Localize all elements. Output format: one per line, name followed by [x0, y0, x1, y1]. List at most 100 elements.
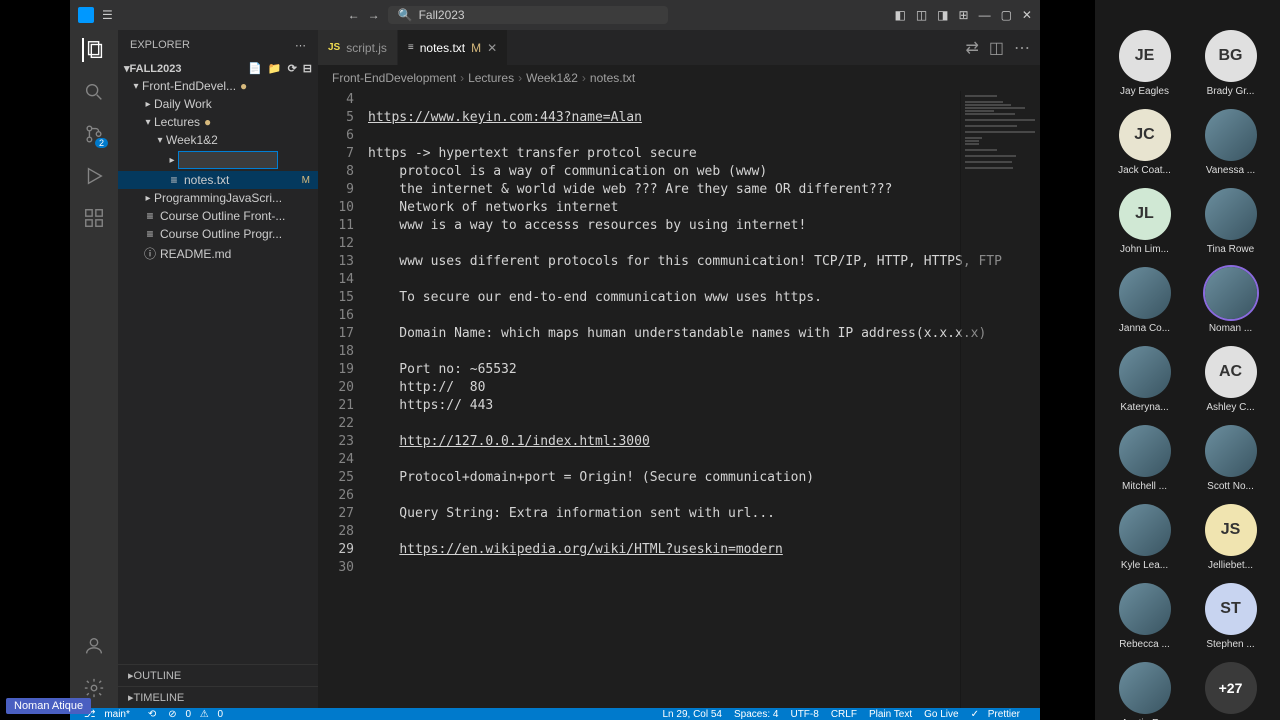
- maximize-icon[interactable]: ▢: [1001, 8, 1012, 22]
- indent-indicator[interactable]: Spaces: 4: [734, 709, 778, 720]
- avatar[interactable]: JE: [1119, 30, 1171, 82]
- more-icon[interactable]: ⋯: [295, 39, 306, 52]
- file-item[interactable]: ≡Course Outline Front-...: [118, 207, 318, 225]
- compare-icon[interactable]: ⇄: [965, 38, 978, 58]
- timeline-section[interactable]: ▸TIMELINE: [118, 686, 318, 708]
- nav-back-icon[interactable]: ←: [348, 8, 360, 22]
- eol-indicator[interactable]: CRLF: [831, 709, 857, 720]
- run-debug-icon[interactable]: [82, 164, 106, 188]
- sync-icon[interactable]: ⟲: [148, 709, 156, 720]
- participant[interactable]: Rebecca ...: [1109, 583, 1181, 650]
- prettier-indicator[interactable]: ✓ Prettier: [971, 709, 1026, 720]
- participant[interactable]: Vanessa ...: [1195, 109, 1267, 176]
- participant[interactable]: JCJack Coat...: [1109, 109, 1181, 176]
- participant[interactable]: Mitchell ...: [1109, 425, 1181, 492]
- folder-item[interactable]: ▸ProgrammingJavaScri...: [118, 189, 318, 207]
- avatar[interactable]: [1119, 583, 1171, 635]
- minimap[interactable]: [960, 91, 1040, 708]
- participant-name: Janna Co...: [1109, 323, 1181, 334]
- minimize-icon[interactable]: —: [979, 8, 991, 22]
- breadcrumb-item[interactable]: Week1&2: [526, 71, 578, 85]
- activity-bar: 2: [70, 30, 118, 708]
- avatar[interactable]: AC: [1205, 346, 1257, 398]
- editor-tab[interactable]: ≡notes.txtM✕: [398, 30, 508, 65]
- folder-item[interactable]: ▸Daily Work: [118, 95, 318, 113]
- participant[interactable]: BGBrady Gr...: [1195, 30, 1267, 97]
- participant[interactable]: ACAshley C...: [1195, 346, 1267, 413]
- avatar[interactable]: JL: [1119, 188, 1171, 240]
- folder-item[interactable]: ▾Front-EndDevel...●: [118, 77, 318, 95]
- new-file-input[interactable]: [178, 151, 278, 169]
- avatar[interactable]: [1205, 267, 1257, 319]
- nav-forward-icon[interactable]: →: [368, 8, 380, 22]
- folder-item[interactable]: ▾Lectures●: [118, 113, 318, 131]
- close-icon[interactable]: ✕: [1022, 8, 1032, 22]
- folder-item[interactable]: ▾Week1&2: [118, 131, 318, 149]
- menu-icon[interactable]: ☰: [102, 8, 113, 22]
- editor-tab[interactable]: JSscript.js: [318, 30, 398, 65]
- breadcrumbs[interactable]: Front-EndDevelopment›Lectures›Week1&2›no…: [318, 65, 1040, 91]
- participant[interactable]: Noman ...: [1195, 267, 1267, 334]
- participant[interactable]: JEJay Eagles: [1109, 30, 1181, 97]
- outline-section[interactable]: ▸OUTLINE: [118, 664, 318, 686]
- participant[interactable]: STStephen ...: [1195, 583, 1267, 650]
- account-icon[interactable]: [82, 634, 106, 658]
- file-item[interactable]: ≡notes.txtM: [118, 171, 318, 189]
- breadcrumb-item[interactable]: Lectures: [468, 71, 514, 85]
- golive-indicator[interactable]: Go Live: [924, 709, 958, 720]
- participant[interactable]: Scott No...: [1195, 425, 1267, 492]
- source-control-icon[interactable]: 2: [82, 122, 106, 146]
- layout-icon-2[interactable]: ◫: [916, 8, 927, 22]
- avatar[interactable]: JS: [1205, 504, 1257, 556]
- breadcrumb-item[interactable]: notes.txt: [590, 71, 635, 85]
- branch-indicator[interactable]: ⎇ main*: [84, 709, 136, 720]
- new-folder-icon[interactable]: 📁: [268, 62, 282, 75]
- participant[interactable]: Kateryna...: [1109, 346, 1181, 413]
- search-activity-icon[interactable]: [82, 80, 106, 104]
- folder-root[interactable]: ▾ FALL2023 📄 📁 ⟳ ⊟: [118, 60, 318, 77]
- collapse-icon[interactable]: ⊟: [303, 62, 312, 75]
- avatar[interactable]: [1205, 109, 1257, 161]
- explorer-icon[interactable]: [82, 38, 106, 62]
- avatar[interactable]: ST: [1205, 583, 1257, 635]
- participant[interactable]: +27: [1195, 662, 1267, 720]
- extensions-icon[interactable]: [82, 206, 106, 230]
- code-content[interactable]: https://www.keyin.com:443?name=Alanhttps…: [368, 91, 1040, 708]
- participant[interactable]: Tina Rowe: [1195, 188, 1267, 255]
- participant[interactable]: JSJelliebet...: [1195, 504, 1267, 571]
- split-icon[interactable]: ◫: [989, 38, 1004, 58]
- new-file-icon[interactable]: 📄: [248, 62, 262, 75]
- breadcrumb-item[interactable]: Front-EndDevelopment: [332, 71, 456, 85]
- encoding-indicator[interactable]: UTF-8: [790, 709, 818, 720]
- avatar[interactable]: [1205, 188, 1257, 240]
- participant[interactable]: Kyle Lea...: [1109, 504, 1181, 571]
- command-center[interactable]: 🔍 Fall2023: [388, 6, 668, 24]
- more-participants[interactable]: +27: [1205, 662, 1257, 714]
- settings-gear-icon[interactable]: [82, 676, 106, 700]
- errors-indicator[interactable]: ⊘ 0 ⚠ 0: [168, 709, 229, 720]
- layout-icon-3[interactable]: ◨: [937, 8, 948, 22]
- avatar[interactable]: [1119, 425, 1171, 477]
- editor-tabs: JSscript.js≡notes.txtM✕ ⇄ ◫ ⋯: [318, 30, 1040, 65]
- layout-grid-icon[interactable]: ⊞: [959, 8, 969, 22]
- participant[interactable]: Austin R...: [1109, 662, 1181, 720]
- file-item[interactable]: ⓘREADME.md: [118, 243, 318, 264]
- avatar[interactable]: BG: [1205, 30, 1257, 82]
- cursor-position[interactable]: Ln 29, Col 54: [662, 709, 722, 720]
- avatar[interactable]: [1119, 662, 1171, 714]
- participant[interactable]: JLJohn Lim...: [1109, 188, 1181, 255]
- participant-name: Noman ...: [1195, 323, 1267, 334]
- avatar[interactable]: [1119, 346, 1171, 398]
- layout-icon[interactable]: ◧: [894, 8, 905, 22]
- more-icon[interactable]: ⋯: [1014, 38, 1030, 58]
- refresh-icon[interactable]: ⟳: [288, 62, 297, 75]
- file-item[interactable]: ▸: [118, 149, 318, 171]
- avatar[interactable]: [1119, 267, 1171, 319]
- avatar[interactable]: [1205, 425, 1257, 477]
- language-indicator[interactable]: Plain Text: [869, 709, 912, 720]
- avatar[interactable]: JC: [1119, 109, 1171, 161]
- file-item[interactable]: ≡Course Outline Progr...: [118, 225, 318, 243]
- participant[interactable]: Janna Co...: [1109, 267, 1181, 334]
- avatar[interactable]: [1119, 504, 1171, 556]
- code-editor[interactable]: 4567891011121314151617181920212223242526…: [318, 91, 1040, 708]
